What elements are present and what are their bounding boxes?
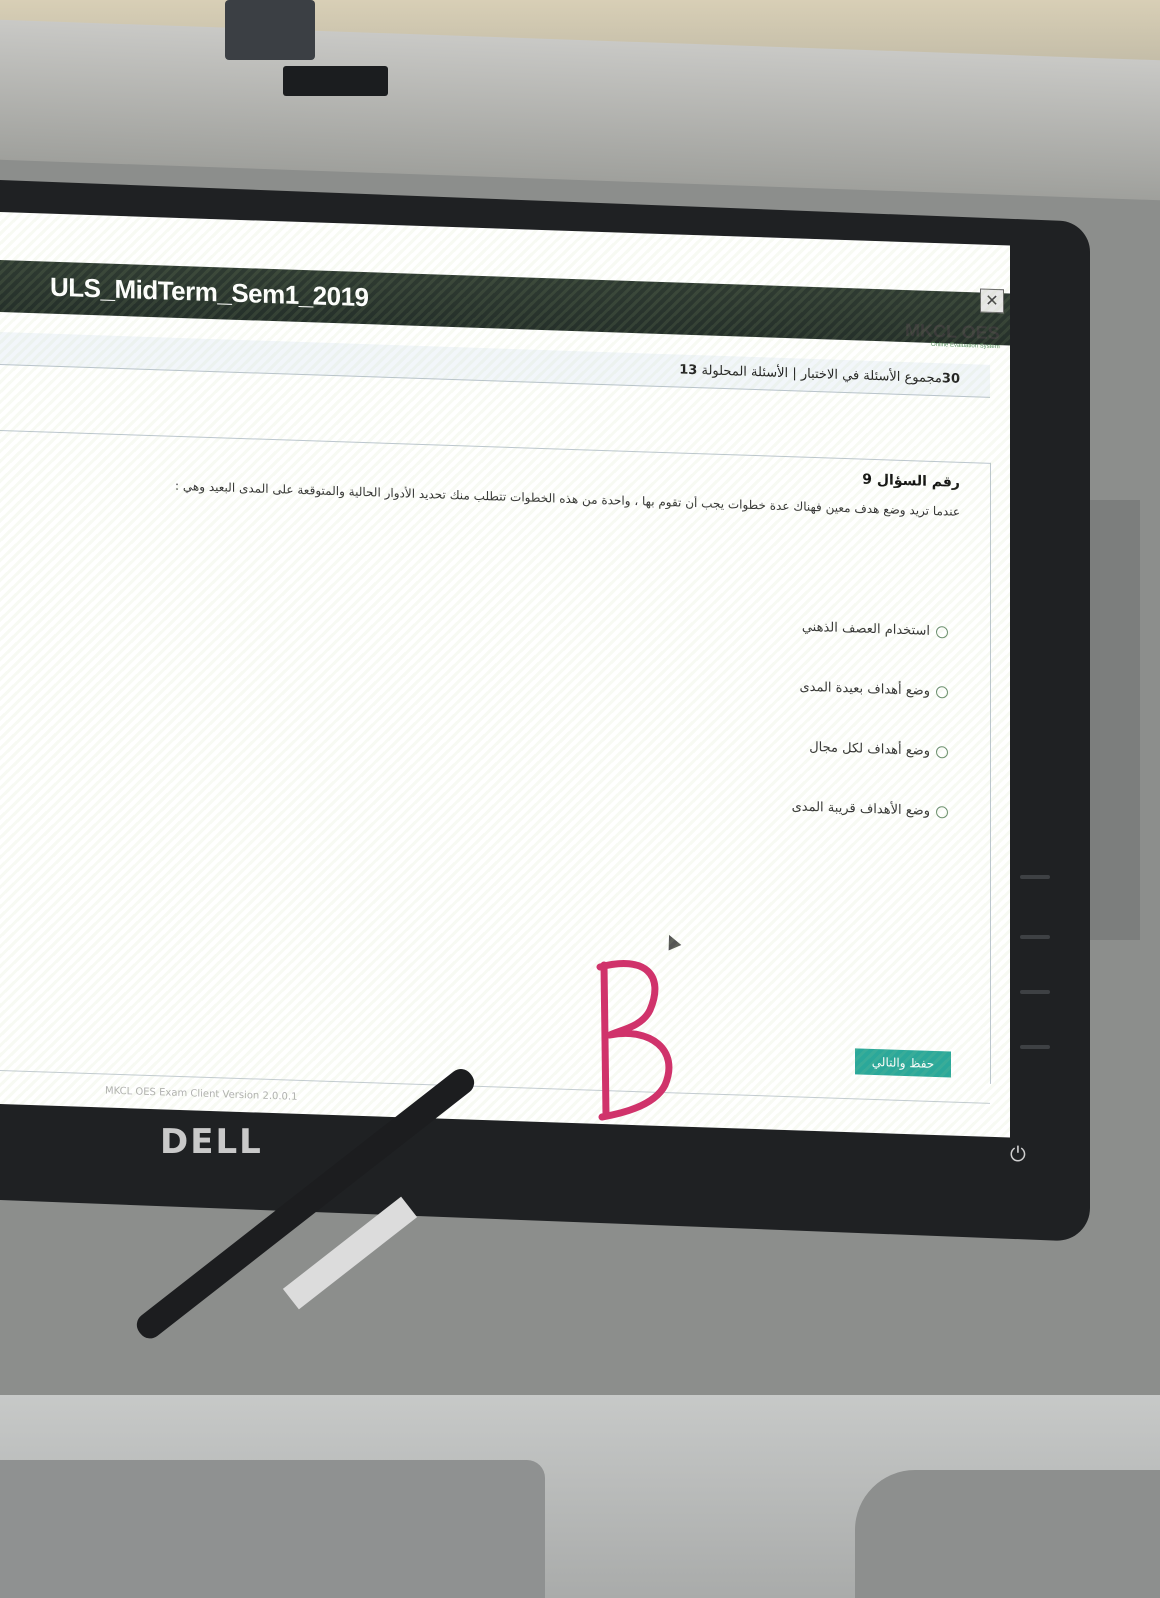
answered-questions-count: 13 bbox=[679, 362, 698, 379]
question-stats: 30مجموع الأسئلة في الاختبار | الأسئلة ال… bbox=[679, 363, 960, 387]
answered-questions-label: الأسئلة المحلولة bbox=[701, 363, 789, 382]
radio-button[interactable] bbox=[936, 685, 948, 698]
handwritten-b-annotation bbox=[596, 960, 673, 1121]
client-version: MKCL OES Exam Client Version 2.0.0.1 bbox=[105, 1085, 298, 1103]
answer-option-label: استخدام العصف الذهني bbox=[801, 619, 930, 639]
window-titlebar: ULS_MidTerm_Sem1_2019 bbox=[0, 260, 1010, 346]
logo-text: MKCL OES bbox=[905, 320, 1000, 344]
stats-bar: 30مجموع الأسئلة في الاختبار | الأسئلة ال… bbox=[0, 332, 990, 398]
radio-button[interactable] bbox=[936, 745, 948, 758]
webcam-slot bbox=[283, 66, 388, 96]
webcam-clip bbox=[225, 0, 315, 60]
window-title: ULS_MidTerm_Sem1_2019 bbox=[50, 271, 369, 313]
answer-option-4[interactable]: وضع الأهداف قريبة المدى bbox=[792, 799, 948, 819]
question-text: عندما تريد وضع هدف معين فهناك عدة خطوات … bbox=[175, 478, 960, 519]
question-number: رقم السؤال 9 bbox=[862, 471, 960, 491]
question-panel: رقم السؤال 9 عندما تريد وضع هدف معين فهن… bbox=[0, 430, 991, 1084]
desk-panel-left bbox=[0, 1460, 545, 1598]
answer-option-label: وضع أهداف بعيدة المدى bbox=[799, 679, 930, 699]
monitor-brand: DELL bbox=[160, 1122, 263, 1162]
answer-option-1[interactable]: استخدام العصف الذهني bbox=[802, 620, 948, 640]
total-questions-count: 30 bbox=[941, 371, 960, 387]
bezel-button[interactable] bbox=[1020, 990, 1050, 994]
mkcl-oes-logo: MKCL OES Online Evaluation System bbox=[905, 320, 1000, 350]
power-icon[interactable]: ⏻ bbox=[1010, 1142, 1026, 1166]
stats-separator: | bbox=[792, 366, 797, 382]
close-icon[interactable]: ✕ bbox=[980, 288, 1004, 314]
bezel-button[interactable] bbox=[1020, 875, 1050, 879]
answer-option-label: وضع أهداف لكل مجال bbox=[809, 739, 930, 759]
answer-option-label: وضع الأهداف قريبة المدى bbox=[791, 799, 930, 819]
radio-button[interactable] bbox=[936, 625, 948, 638]
answer-option-2[interactable]: وضع أهداف بعيدة المدى bbox=[799, 680, 948, 700]
radio-button[interactable] bbox=[936, 805, 948, 818]
answer-option-3[interactable]: وضع أهداف لكل مجال bbox=[809, 740, 948, 760]
save-next-button[interactable]: حفظ والتالي bbox=[855, 1048, 951, 1078]
bezel-button[interactable] bbox=[1020, 935, 1050, 939]
desk-panel-right bbox=[855, 1470, 1160, 1598]
bezel-button[interactable] bbox=[1020, 1045, 1050, 1049]
exam-screen: ULS_MidTerm_Sem1_2019 ✕ MKCL OES Online … bbox=[0, 212, 1010, 1138]
total-questions-label: مجموع الأسئلة في الاختبار bbox=[800, 366, 942, 387]
